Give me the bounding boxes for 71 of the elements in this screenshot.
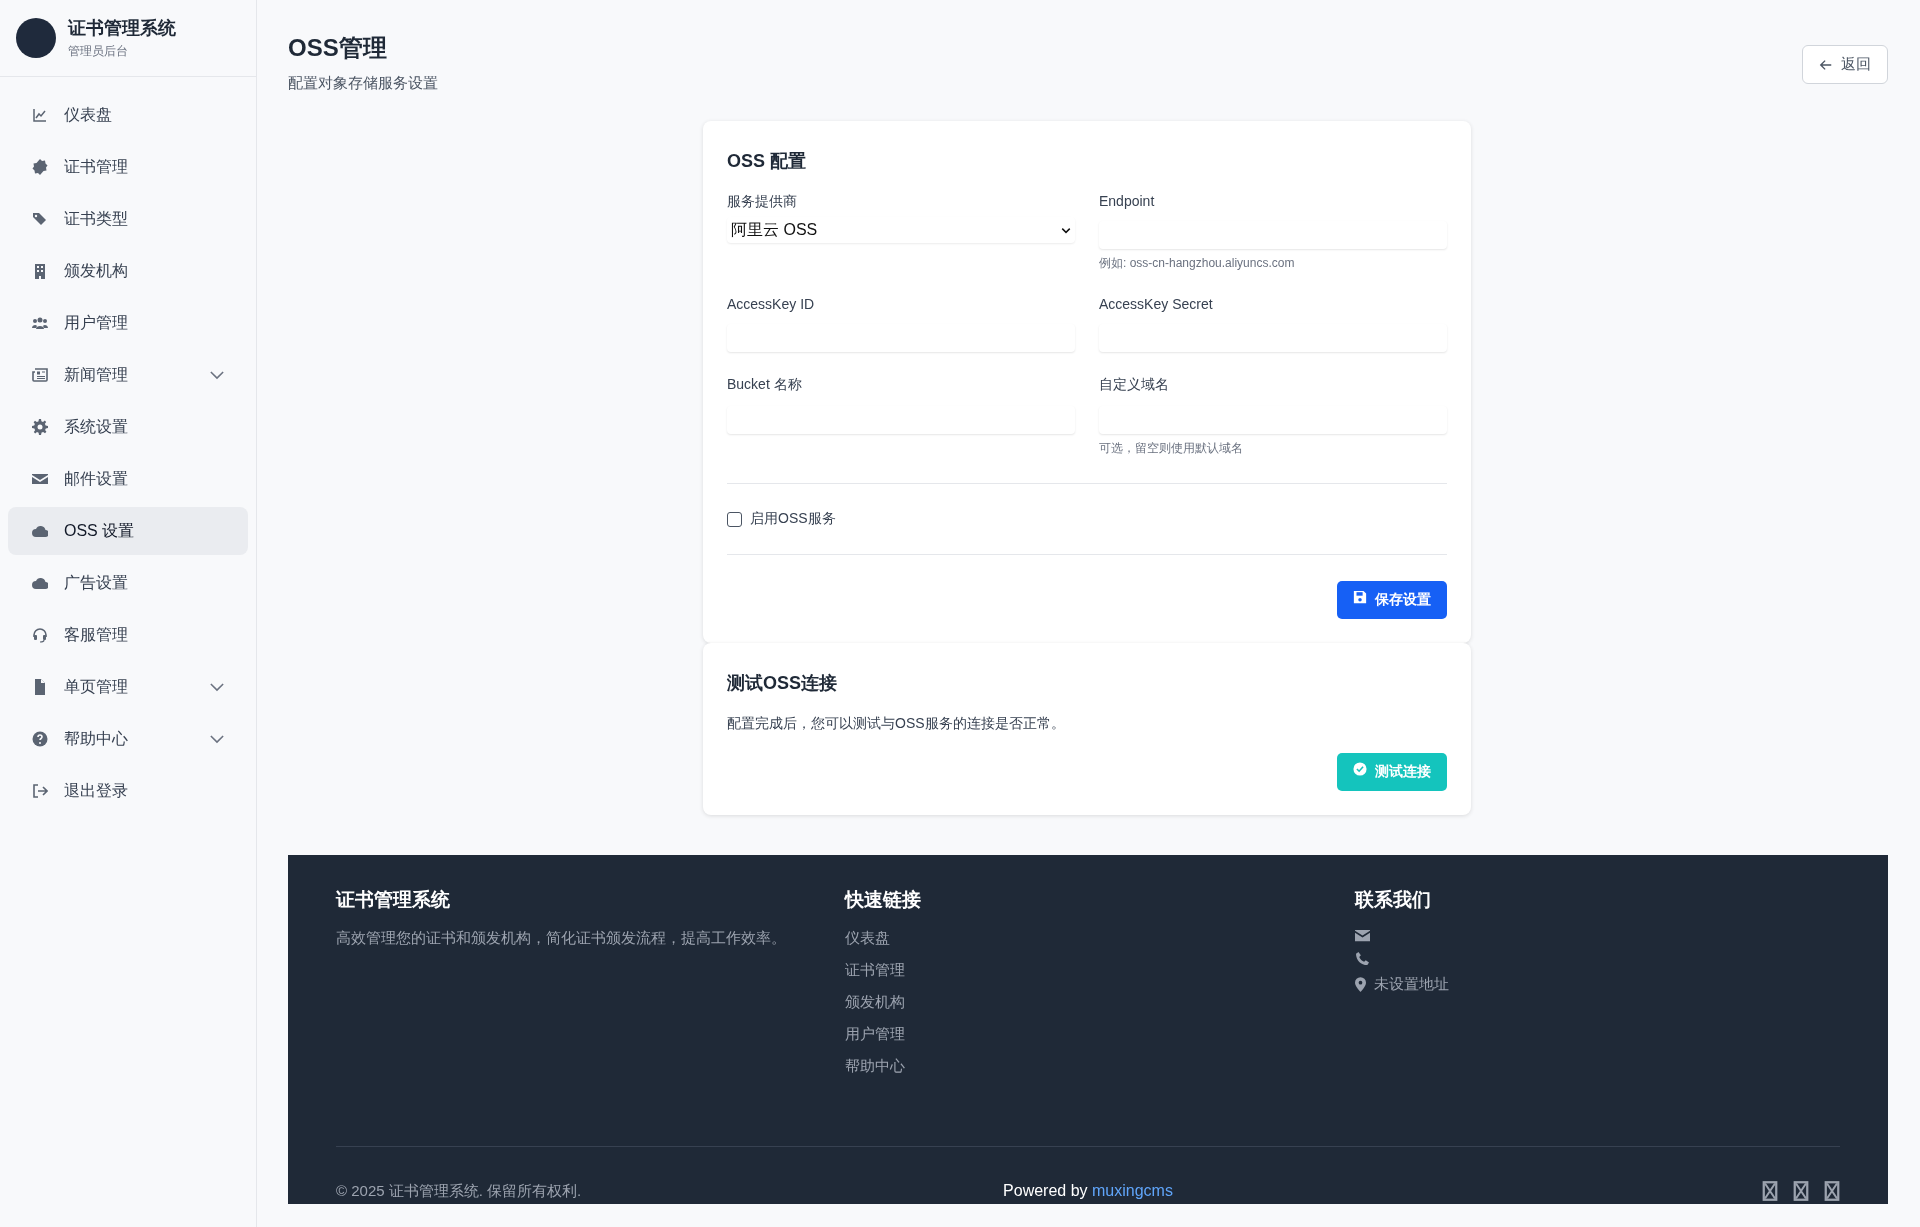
copyright-text: © 2025 证书管理系统. 保留所有权利. xyxy=(336,1181,583,1201)
users-icon xyxy=(32,315,48,331)
footer-link[interactable]: 帮助中心 xyxy=(845,1057,906,1076)
help-text: 可选，留空则使用默认域名 xyxy=(1099,440,1244,457)
app-subtitle: 管理员后台 xyxy=(68,43,129,60)
sign-out-icon xyxy=(32,783,48,799)
nav-item[interactable]: 新闻管理 xyxy=(8,351,248,399)
back-button[interactable]: 返回 xyxy=(1802,45,1888,84)
newspaper-icon xyxy=(32,367,48,383)
cloud-icon xyxy=(32,523,48,539)
nav-item[interactable]: 证书类型 xyxy=(8,195,248,243)
nav-item[interactable]: 证书管理 xyxy=(8,143,248,191)
envelope-icon xyxy=(1354,929,1370,942)
tags-icon xyxy=(32,211,48,227)
arrow-left-icon xyxy=(1819,57,1833,72)
nav-item[interactable]: 用户管理 xyxy=(8,299,248,347)
gear-icon xyxy=(32,419,48,435)
envelope-icon xyxy=(32,471,48,487)
footer-description: 高效管理您的证书和颁发机构，简化证书颁发流程，提高工作效率。 xyxy=(336,929,786,948)
headset-icon xyxy=(32,627,48,643)
nav-item[interactable]: 邮件设置 xyxy=(8,455,248,503)
checkbox[interactable] xyxy=(727,511,742,527)
footer-heading: 快速链接 xyxy=(845,888,922,912)
provider-select[interactable]: 阿里云 OSS xyxy=(727,217,1075,243)
nav-item[interactable]: 系统设置 xyxy=(8,403,248,451)
cloud-icon xyxy=(32,575,48,591)
boxed-x-icon[interactable] xyxy=(1793,1181,1809,1201)
page-title: OSS管理 xyxy=(288,33,388,63)
map-pin-icon xyxy=(1354,977,1366,992)
nav-item[interactable]: 广告设置 xyxy=(8,559,248,607)
logo-circle xyxy=(16,18,56,58)
description-text: 配置完成后，您可以测试与OSS服务的连接是否正常。 xyxy=(727,715,1066,733)
nav-item[interactable]: 仪表盘 xyxy=(8,91,248,139)
page-subtitle: 配置对象存储服务设置 xyxy=(288,74,438,93)
nav-item[interactable]: 退出登录 xyxy=(8,767,248,815)
app-title: 证书管理系统 xyxy=(68,17,176,40)
save-button[interactable]: 保存设置 xyxy=(1337,581,1447,619)
nav-item[interactable]: 颁发机构 xyxy=(8,247,248,295)
field-label: 自定义域名 xyxy=(1099,376,1170,394)
powered-by-link[interactable]: muxingcms xyxy=(1092,1182,1173,1199)
field-label: AccessKey Secret xyxy=(1099,296,1214,312)
nav-item[interactable]: 客服管理 xyxy=(8,611,248,659)
footer-link[interactable]: 仪表盘 xyxy=(845,929,891,948)
check-circle-icon xyxy=(1353,762,1367,776)
powered-by-text: Powered by muxingcms xyxy=(1002,1182,1174,1200)
footer-link[interactable]: 颁发机构 xyxy=(845,993,906,1012)
chevron-down-icon xyxy=(1061,226,1071,234)
field-label: Endpoint xyxy=(1099,193,1156,209)
boxed-x-icon[interactable] xyxy=(1762,1181,1778,1201)
boxed-x-icon[interactable] xyxy=(1824,1181,1840,1201)
card-title: 测试OSS连接 xyxy=(727,672,838,695)
chart-line-icon xyxy=(32,107,48,123)
footer-heading: 证书管理系统 xyxy=(336,888,450,912)
nav-item[interactable]: 单页管理 xyxy=(8,663,248,711)
footer-heading: 联系我们 xyxy=(1354,888,1431,912)
footer-link[interactable]: 证书管理 xyxy=(845,961,906,980)
question-circle-icon xyxy=(32,731,48,747)
badge-icon xyxy=(32,159,48,175)
field-label: 服务提供商 xyxy=(727,193,798,211)
building-icon xyxy=(32,263,48,279)
phone-icon xyxy=(1354,952,1370,965)
checkbox-label: 启用OSS服务 xyxy=(750,510,836,528)
nav-item[interactable]: OSS 设置 xyxy=(8,507,248,555)
address-text: 未设置地址 xyxy=(1373,975,1449,994)
field-label: Bucket 名称 xyxy=(727,376,803,394)
help-text: 例如: oss-cn-hangzhou.aliyuncs.com xyxy=(1099,255,1296,272)
field-label: AccessKey ID xyxy=(727,296,816,312)
file-icon xyxy=(32,679,48,695)
footer-link[interactable]: 用户管理 xyxy=(845,1025,906,1044)
nav-item[interactable]: 帮助中心 xyxy=(8,715,248,763)
card-title: OSS 配置 xyxy=(727,150,807,173)
